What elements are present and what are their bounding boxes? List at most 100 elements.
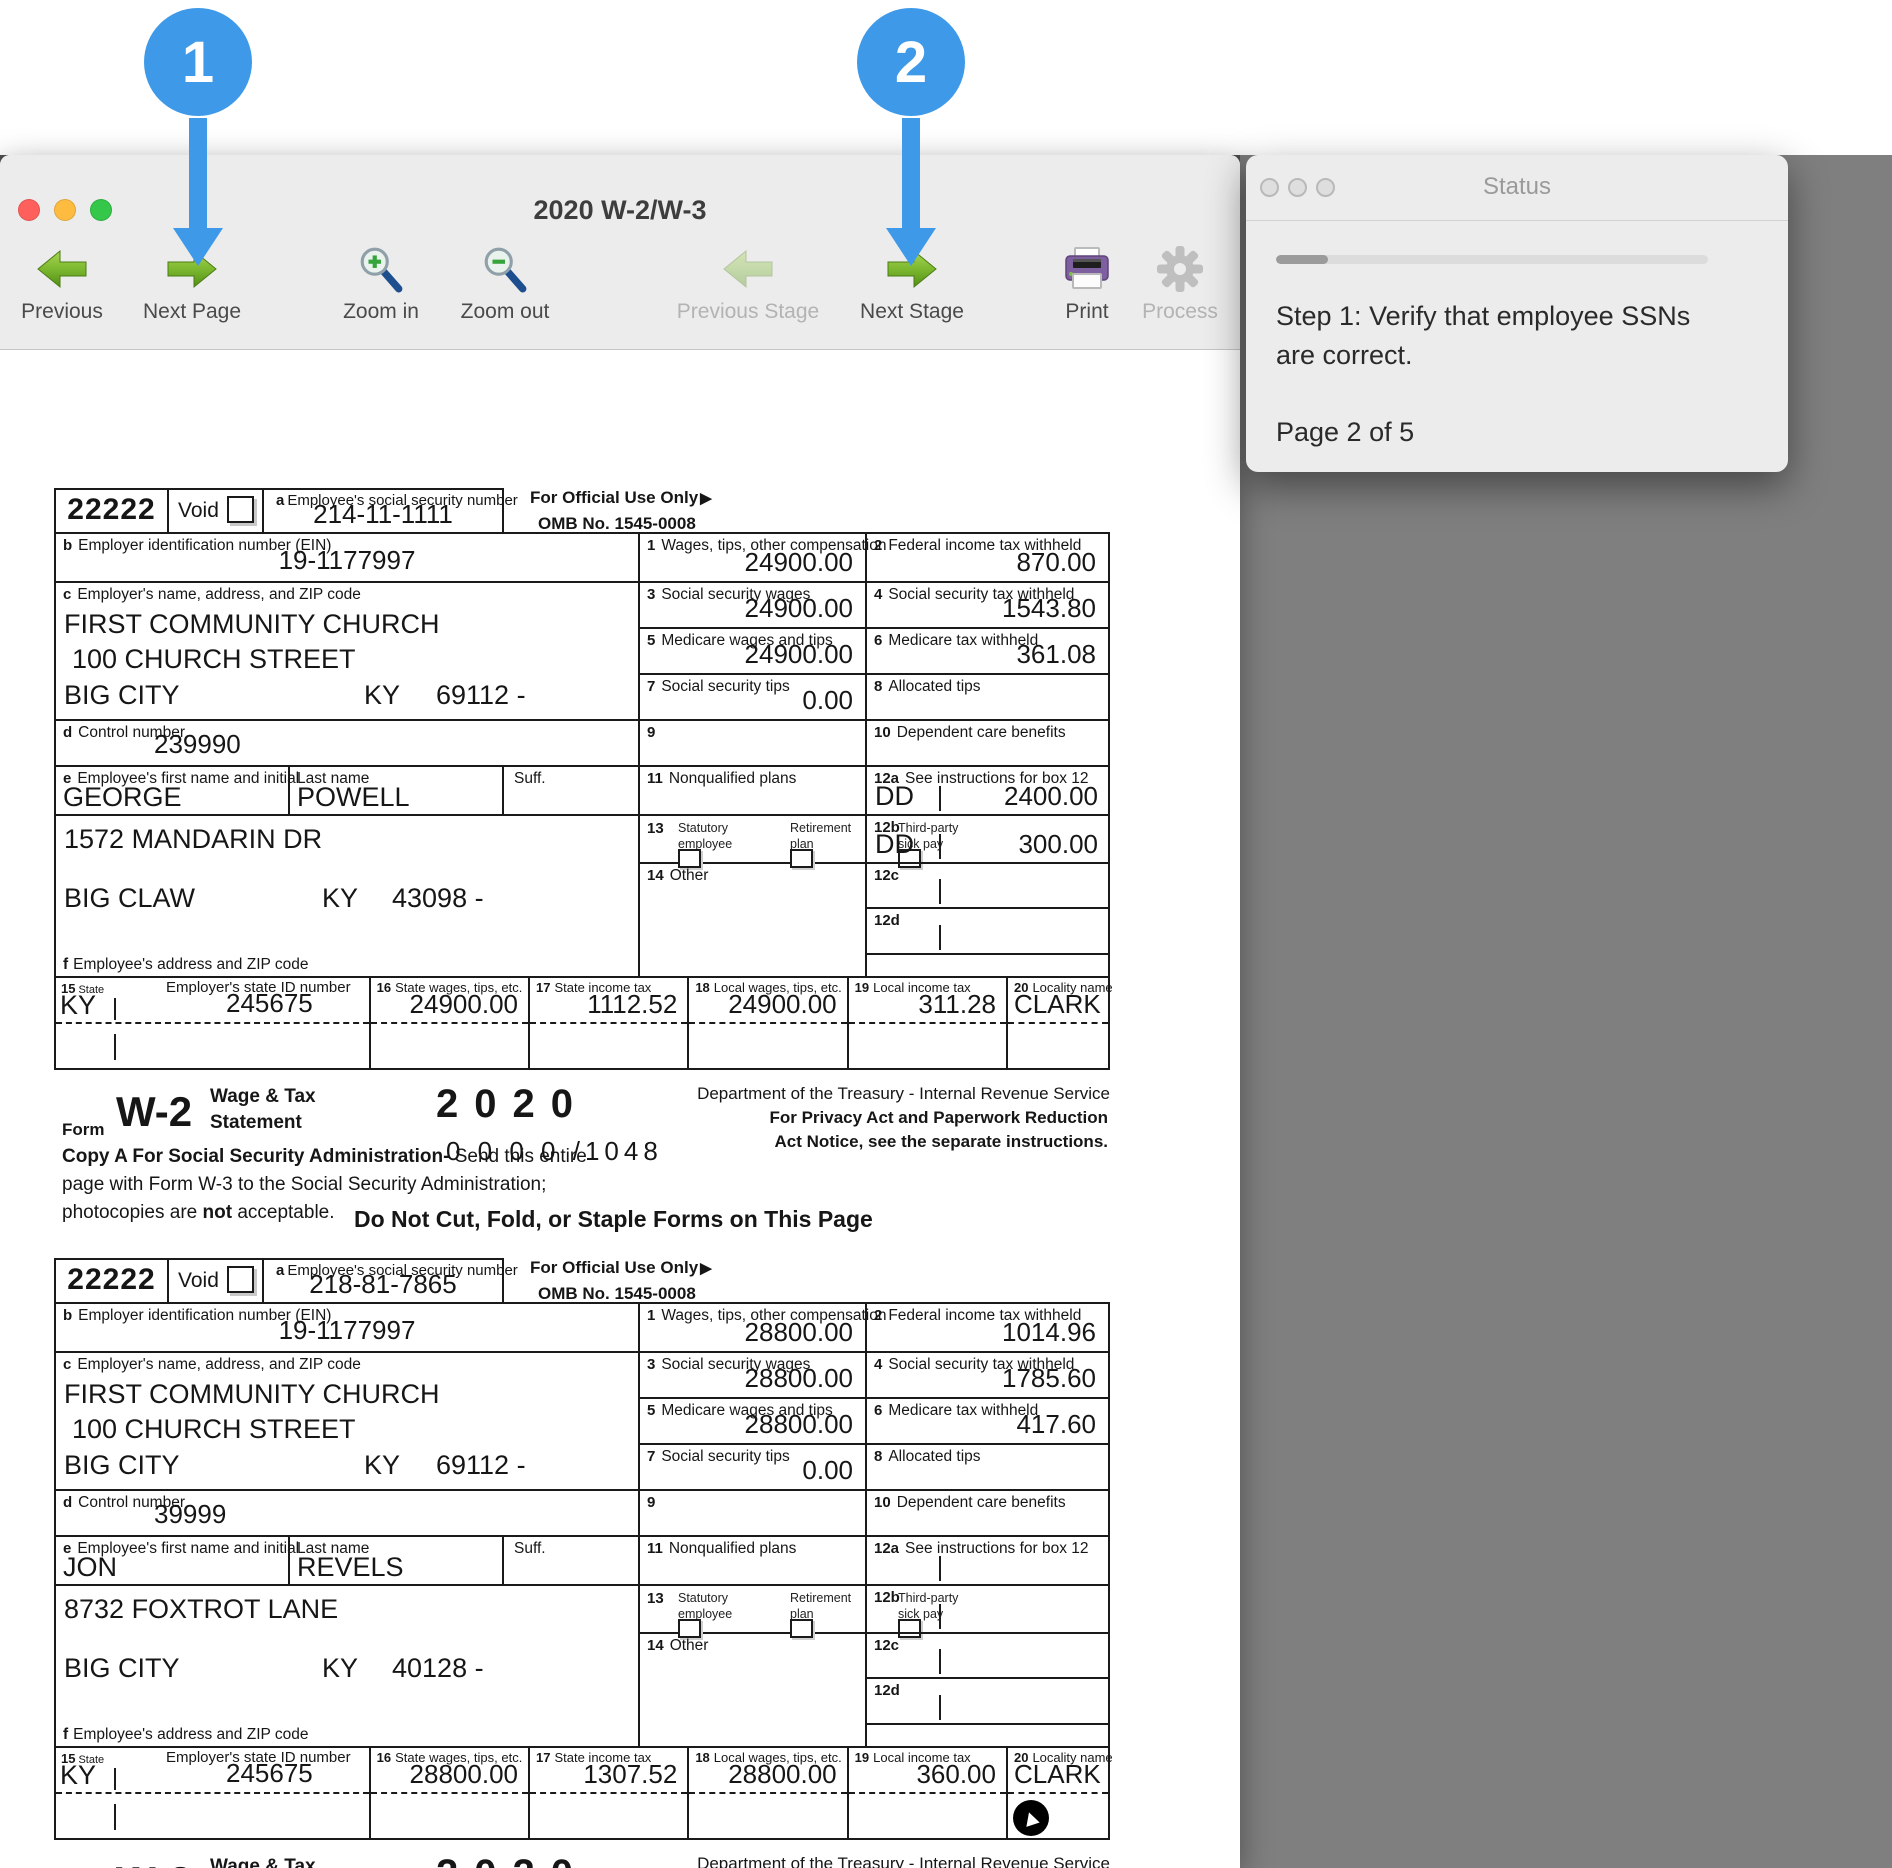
box3-ss-wages: 3Social security wages 24900.00 <box>640 583 865 629</box>
w2-footer: Form W-2 Wage & TaxStatement 2020 0 0 0 … <box>54 1852 1110 1868</box>
box2-federal-tax: 2Federal income tax withheld 1014.96 <box>867 1304 1108 1351</box>
control-number-value: 39999 <box>154 1499 226 1530</box>
form-code-box: 22222 <box>54 488 169 534</box>
box20-locality: 20Locality name CLARK <box>1008 978 1108 1068</box>
box12b: 12b <box>867 1586 1108 1634</box>
ssn-box: aEmployee's social security number 218-8… <box>262 1258 504 1304</box>
box6-medicare-tax: 6Medicare tax withheld 361.08 <box>867 629 1108 675</box>
box16-state-wages: 16State wages, tips, etc. 24900.00 <box>371 978 530 1068</box>
box14-other: 14Other <box>640 1634 865 1746</box>
treasury-line: Department of the Treasury - Internal Re… <box>697 1084 1110 1104</box>
employer-name: FIRST COMMUNITY CHURCH 100 CHURCH STREET <box>64 607 440 677</box>
pointer-location-badge-icon <box>1013 1800 1049 1836</box>
box12d-tick <box>939 925 941 950</box>
callout-2-circle: 2 <box>857 8 965 116</box>
box9: 9 <box>640 1491 865 1535</box>
w2-main-grid: bEmployer identification number (EIN) 19… <box>54 1302 1110 1840</box>
form-code-box: 22222 <box>54 1258 169 1304</box>
box13-checkboxes: 13 Statutoryemployee Retirementplan Thir… <box>640 816 865 864</box>
employee-name-box: eEmployee's first name and initial GEORG… <box>56 767 640 814</box>
ein-box: bEmployer identification number (EIN) 19… <box>56 1304 640 1351</box>
box17-state-tax: 17State income tax 1307.52 <box>530 1748 689 1838</box>
box8-allocated-tips: 8Allocated tips <box>867 675 1108 719</box>
app-window: 2020 W-2/W-3 Previous Next Page <box>0 155 1240 1868</box>
state-local-row: 15State Employer's state ID number KY 24… <box>56 978 1108 1068</box>
employee-name-box: eEmployee's first name and initial JON L… <box>56 1537 640 1584</box>
box8-allocated-tips: 8Allocated tips <box>867 1445 1108 1489</box>
document-page: 22222 Void aEmployee's social security n… <box>0 350 1240 1868</box>
first-name-cell: eEmployee's first name and initial GEORG… <box>56 767 288 814</box>
box16-state-wages: 16State wages, tips, etc. 28800.00 <box>371 1748 530 1838</box>
box5-medicare-wages: 5Medicare wages and tips 28800.00 <box>640 1399 865 1445</box>
box19-local-tax: 19Local income tax 360.00 <box>849 1748 1008 1838</box>
state-tick <box>114 1768 116 1790</box>
control-number-box: dControl number 39999 <box>56 1491 640 1535</box>
omb-number: OMB No. 1545-0008 <box>538 514 930 534</box>
employer-name: FIRST COMMUNITY CHURCH 100 CHURCH STREET <box>64 1377 440 1447</box>
progress-bar <box>1276 255 1708 264</box>
employer-city-line: BIG CITY KY 69112 - <box>64 679 646 711</box>
omb-number: OMB No. 1545-0008 <box>538 1284 930 1304</box>
box4-ss-tax: 4Social security tax withheld 1543.80 <box>867 583 1108 629</box>
box3-ss-wages: 3Social security wages 28800.00 <box>640 1353 865 1399</box>
toolbar-zoom-out-button[interactable]: Zoom out <box>415 240 595 324</box>
copy-a-line: Copy A For Social Security Administratio… <box>62 1146 587 1168</box>
callout-1-circle: 1 <box>144 8 252 116</box>
suffix-cell: Suff. <box>502 1537 638 1584</box>
progress-fill <box>1276 255 1328 264</box>
last-name-cell: Last name POWELL <box>288 767 502 814</box>
box12a: 12aSee instructions for box 12 <box>867 1537 1108 1584</box>
gear-icon <box>1090 240 1270 298</box>
box1-wages: 1Wages, tips, other compensation 24900.0… <box>640 534 865 581</box>
box12d: 12d <box>867 909 1108 955</box>
box12c-tick <box>939 1649 941 1674</box>
box5-medicare-wages: 5Medicare wages and tips 24900.00 <box>640 629 865 675</box>
callout-2-arrow <box>902 118 920 230</box>
ein-value: 19-1177997 <box>56 545 638 576</box>
box2-federal-tax: 2Federal income tax withheld 870.00 <box>867 534 1108 581</box>
box13-checkboxes: 13 Statutoryemployee Retirementplan Thir… <box>640 1586 865 1634</box>
box11-nonqualified: 11Nonqualified plans <box>640 1537 865 1584</box>
box12c: 12c <box>867 864 1108 909</box>
ein-value: 19-1177997 <box>56 1315 638 1346</box>
box9: 9 <box>640 721 865 765</box>
box4-ss-tax: 4Social security tax withheld 1785.60 <box>867 1353 1108 1399</box>
void-box: Void <box>167 1258 264 1304</box>
callout-1-arrow <box>189 118 207 230</box>
arrow-right-glyph-icon: ▶ <box>700 490 712 507</box>
box12b: 12b DD 300.00 <box>867 816 1108 864</box>
employee-street: 8732 FOXTROT LANE <box>64 1594 338 1625</box>
arrow-left-icon <box>658 240 838 298</box>
employee-address-box: 1572 MANDARIN DR BIG CLAW KY 43098 - fEm… <box>56 816 640 976</box>
state-tick <box>114 998 116 1020</box>
box12b-tick <box>939 834 941 859</box>
toolbar-next-page-label: Next Page <box>102 300 282 324</box>
ssn-value: 214-11-1111 <box>264 499 502 530</box>
box12c-tick <box>939 879 941 904</box>
w2-form: 22222 Void aEmployee's social security n… <box>54 1258 1110 1304</box>
w2-header-row: 22222 Void aEmployee's social security n… <box>54 1258 1110 1304</box>
form-w2-title: W-2 <box>116 1858 192 1868</box>
status-window-title: Status <box>1246 173 1788 201</box>
box17-state-tax: 17State income tax 1112.52 <box>530 978 689 1068</box>
employer-box: cEmployer's name, address, and ZIP code … <box>56 1353 640 1489</box>
toolbar-zoom-out-label: Zoom out <box>415 300 595 324</box>
official-use-area: For Official Use Only▶ OMB No. 1545-0008 <box>530 1258 930 1304</box>
employee-address-box: 8732 FOXTROT LANE BIG CITY KY 40128 - fE… <box>56 1586 640 1746</box>
box12a: 12aSee instructions for box 12 DD 2400.0… <box>867 767 1108 814</box>
form-w2-title: W-2 <box>116 1088 192 1136</box>
void-checkbox <box>227 1266 254 1293</box>
box10-dependent-care: 10Dependent care benefits <box>867 1491 1108 1535</box>
box14-other: 14Other <box>640 864 865 976</box>
employer-box: cEmployer's name, address, and ZIP code … <box>56 583 640 719</box>
toolbar-process-button: Process <box>1090 240 1270 324</box>
state-tick-2 <box>114 1034 116 1060</box>
w2-form-1: 22222 Void aEmployee's social security n… <box>54 488 1110 534</box>
page-indicator: Page 2 of 5 <box>1276 417 1414 448</box>
employer-city-line: BIG CITY KY 69112 - <box>64 1449 646 1481</box>
box19-local-tax: 19Local income tax 311.28 <box>849 978 1008 1068</box>
ssn-value: 218-81-7865 <box>264 1269 502 1300</box>
box12c: 12c <box>867 1634 1108 1679</box>
control-number-value: 239990 <box>154 729 241 760</box>
box7-ss-tips: 7Social security tips 0.00 <box>640 1445 865 1489</box>
